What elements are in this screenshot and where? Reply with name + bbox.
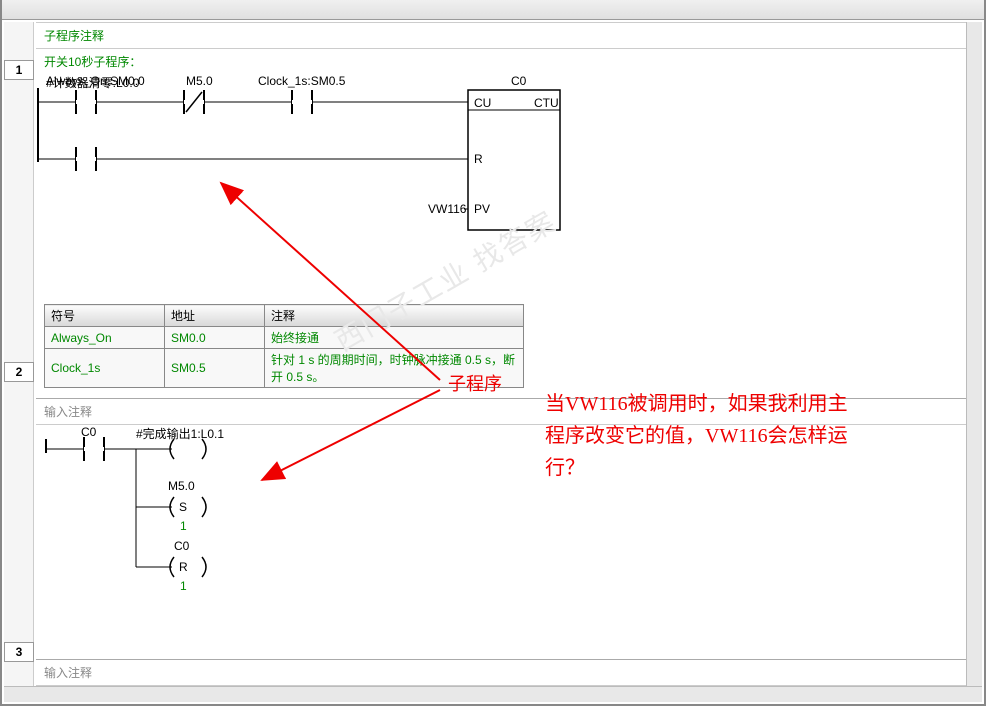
annotation-question: 当VW116被调用时，如果我利用主 程序改变它的值，VW116会怎样运 行？ <box>545 388 965 484</box>
ladder-svg-1 <box>36 74 596 244</box>
editor-frame: 1 2 3 子程序注释 开关10秒子程序： Always_On:SM0.0 M5… <box>0 0 986 706</box>
header-symbol: 符号 <box>45 305 165 327</box>
n2-coil2-val: 1 <box>180 519 187 533</box>
cell-address: SM0.5 <box>165 349 265 388</box>
n2-coil3-name: C0 <box>174 539 189 553</box>
toolbar <box>2 0 984 20</box>
table-row[interactable]: Always_On SM0.0 始终接通 <box>45 327 524 349</box>
rung-gutter: 1 2 3 <box>4 22 34 686</box>
network1-title[interactable]: 开关10秒子程序： <box>36 49 966 74</box>
header-address: 地址 <box>165 305 265 327</box>
header-note: 注释 <box>265 305 524 327</box>
cell-symbol: Always_On <box>45 327 165 349</box>
network1-ladder[interactable]: Always_On:SM0.0 M5.0 Clock_1s:SM0.5 #计数器… <box>36 74 966 244</box>
rung-number-3[interactable]: 3 <box>4 642 34 662</box>
anno-line3: 行？ <box>545 457 585 479</box>
n2-coil3-type: R <box>179 560 188 574</box>
network3-comment[interactable]: 输入注释 <box>36 660 966 686</box>
n2-coil3-val: 1 <box>180 579 187 593</box>
vertical-scrollbar[interactable] <box>966 22 982 686</box>
ladder-svg-2 <box>44 425 284 605</box>
rung-number-2[interactable]: 2 <box>4 362 34 382</box>
subroutine-comment[interactable]: 子程序注释 <box>36 22 966 49</box>
editor-content: 子程序注释 开关10秒子程序： Always_On:SM0.0 M5.0 Clo… <box>36 22 966 686</box>
n2-contact-label: C0 <box>81 425 96 439</box>
cell-note: 始终接通 <box>265 327 524 349</box>
ladder-editor[interactable]: 1 2 3 子程序注释 开关10秒子程序： Always_On:SM0.0 M5… <box>4 22 966 686</box>
rung-number-1[interactable]: 1 <box>4 60 34 80</box>
cell-symbol: Clock_1s <box>45 349 165 388</box>
anno-line1: 当VW116被调用时，如果我利用主 <box>545 393 848 415</box>
n2-coil2-name: M5.0 <box>168 479 195 493</box>
anno-line2: 程序改变它的值，VW116会怎样运 <box>545 425 848 447</box>
annotation-label: 子程序 <box>448 370 502 396</box>
cell-address: SM0.0 <box>165 327 265 349</box>
n2-coil2-type: S <box>179 500 187 514</box>
table-header: 符号 地址 注释 <box>45 305 524 327</box>
horizontal-scrollbar[interactable] <box>4 686 982 702</box>
n2-coil1-label: #完成输出1:L0.1 <box>136 425 224 442</box>
